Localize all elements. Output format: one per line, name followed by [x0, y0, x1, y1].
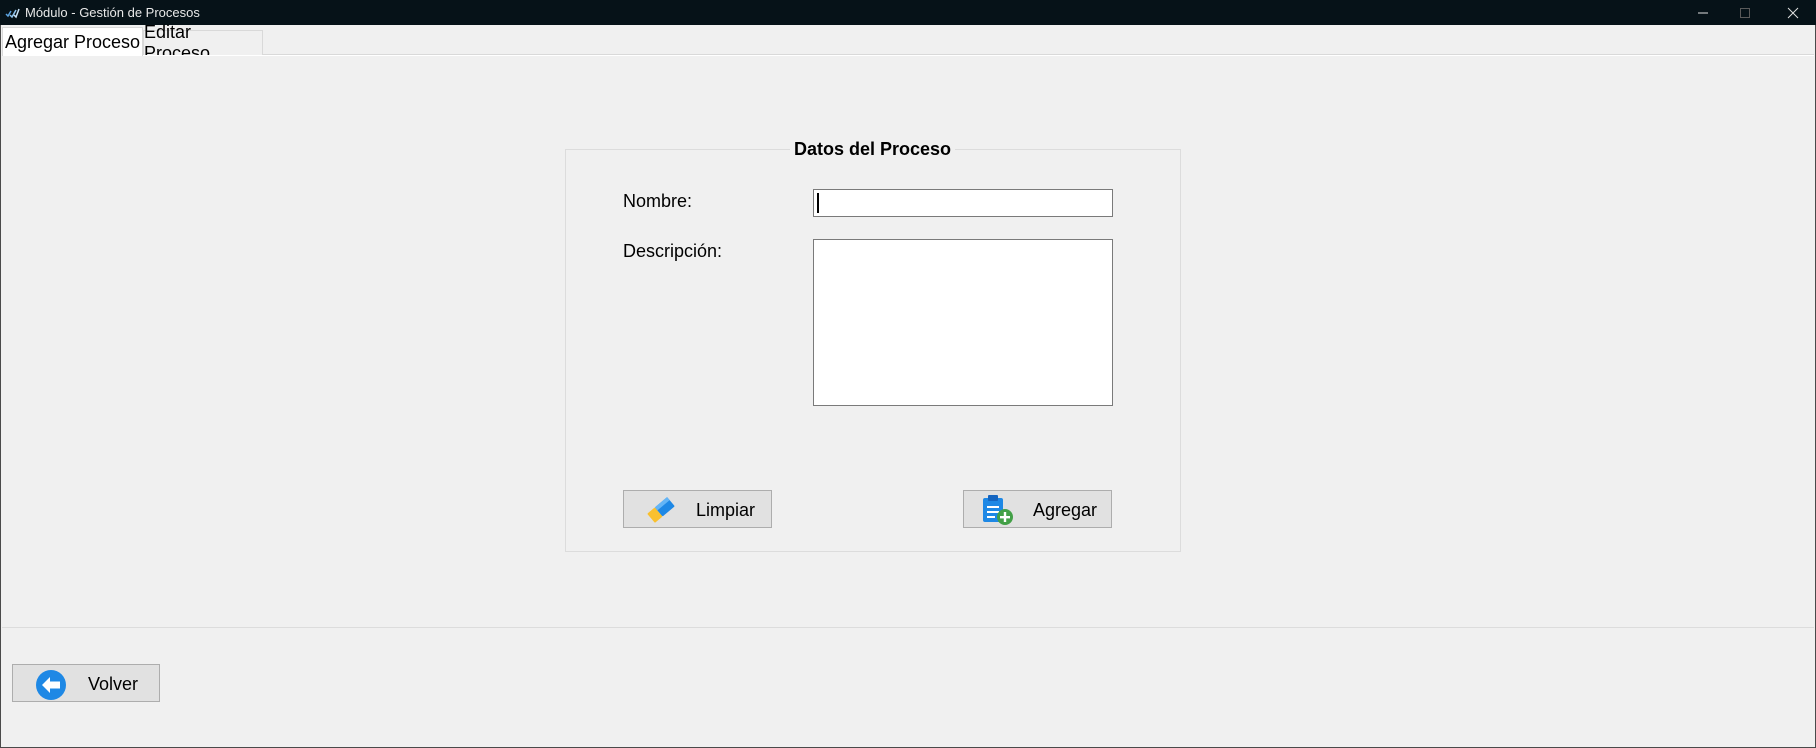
- minimize-button[interactable]: [1680, 0, 1726, 25]
- minimize-icon: [1698, 12, 1708, 13]
- tab-label: Agregar Proceso: [4, 31, 141, 52]
- maximize-button[interactable]: [1722, 0, 1768, 25]
- volver-button[interactable]: Volver: [12, 664, 160, 702]
- clipboard-add-icon: [983, 495, 1013, 525]
- nombre-label: Nombre:: [623, 191, 693, 211]
- limpiar-label: Limpiar: [696, 500, 756, 520]
- footer-divider: [2, 627, 1814, 628]
- close-icon: [1787, 7, 1799, 18]
- back-arrow-icon: [36, 670, 66, 700]
- descripcion-label: Descripción:: [623, 241, 723, 261]
- agregar-button[interactable]: Agregar: [963, 490, 1112, 528]
- text-caret: [817, 193, 819, 213]
- limpiar-button[interactable]: Limpiar: [623, 490, 772, 528]
- close-button[interactable]: [1770, 0, 1816, 25]
- maximize-icon: [1740, 7, 1750, 18]
- agregar-label: Agregar: [1033, 500, 1098, 520]
- group-title: Datos del Proceso: [790, 139, 956, 160]
- tab-agregar-proceso[interactable]: Agregar Proceso: [2, 27, 143, 56]
- tab-editar-proceso[interactable]: Editar Proceso: [143, 22, 263, 63]
- window-title: Módulo - Gestión de Procesos: [25, 5, 200, 20]
- eraser-icon: [647, 497, 675, 523]
- descripcion-input[interactable]: [813, 239, 1113, 406]
- app-icon: [5, 8, 20, 19]
- nombre-input[interactable]: [813, 189, 1113, 217]
- title-bar: Módulo - Gestión de Procesos: [0, 0, 1816, 25]
- volver-label: Volver: [88, 674, 139, 694]
